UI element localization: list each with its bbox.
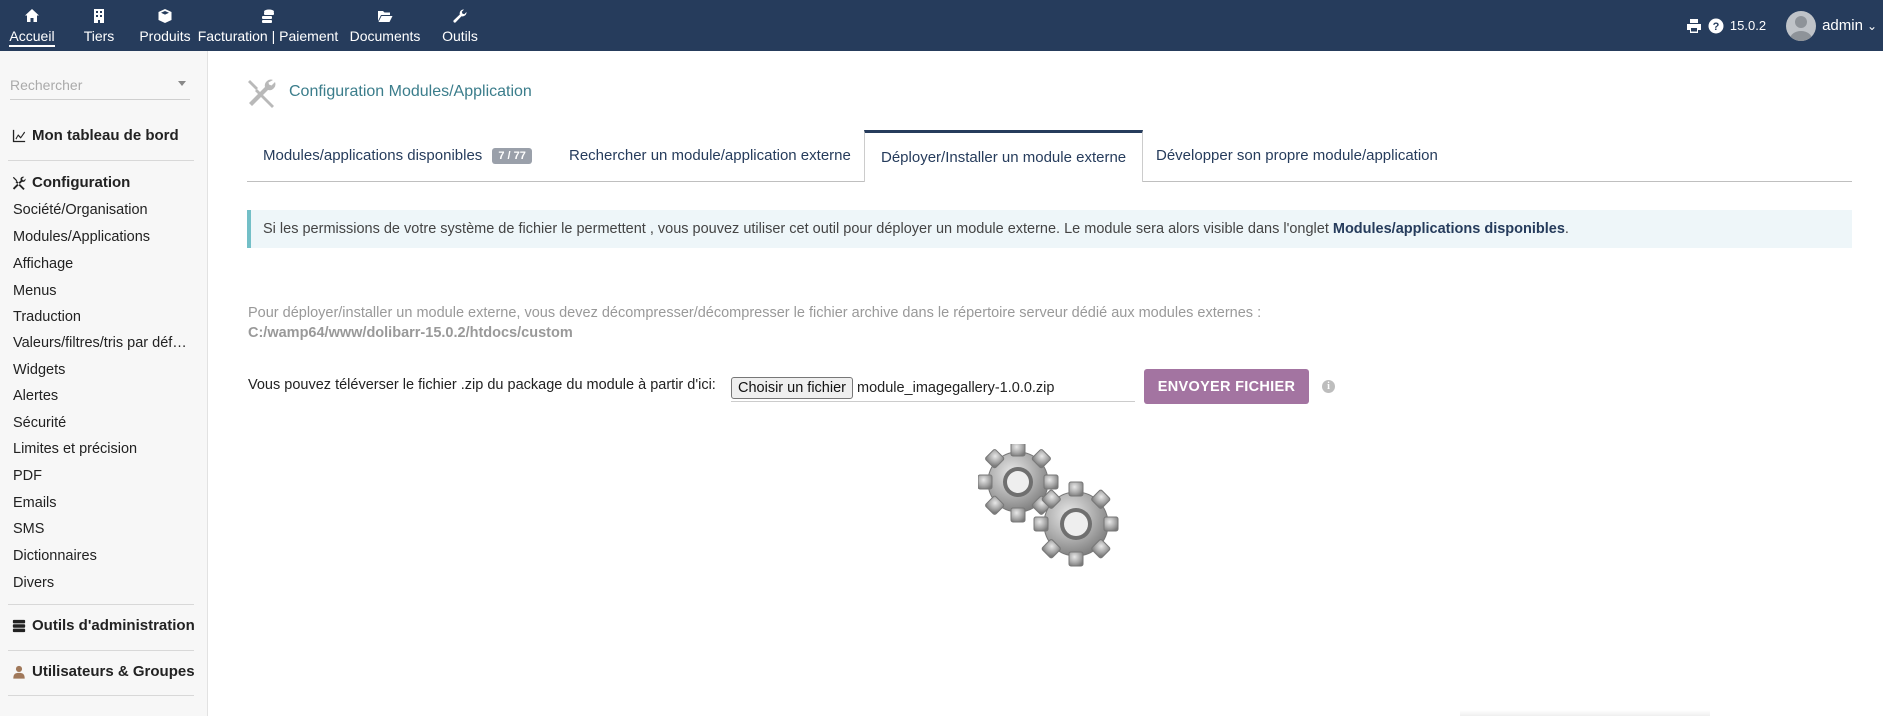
sidebar-item-securite[interactable]: Sécurité	[13, 415, 66, 431]
building-icon	[94, 9, 104, 23]
send-file-button[interactable]: ENVOYER FICHIER	[1144, 369, 1309, 404]
selected-file-name: module_imagegallery-1.0.0.zip	[857, 379, 1055, 396]
menu-documents-label: Documents	[349, 28, 421, 44]
chart-line-icon	[12, 129, 26, 142]
menu-produits[interactable]: Produits	[134, 0, 196, 51]
menu-outils-label: Outils	[442, 28, 478, 44]
tab-label: Modules/applications disponibles	[263, 147, 483, 164]
folder-open-icon	[378, 11, 393, 22]
sidebar-admin-tools-label: Outils d'administration	[32, 617, 195, 634]
cube-icon	[158, 9, 172, 23]
menu-produits-label: Produits	[139, 28, 191, 44]
file-input[interactable]: Choisir un fichier module_imagegallery-1…	[731, 374, 1135, 402]
sidebar-item-menus[interactable]: Menus	[13, 283, 57, 299]
sidebar-dashboard[interactable]: Mon tableau de bord	[12, 127, 179, 144]
info-text: Si les permissions de votre système de f…	[263, 221, 1333, 237]
sidebar-item-societe[interactable]: Société/Organisation	[13, 202, 148, 218]
tools-icon	[248, 79, 276, 108]
info-link-text: Modules/applications disponibles	[1332, 221, 1565, 237]
sidebar-dashboard-label: Mon tableau de bord	[32, 127, 179, 144]
sidebar-item-valeurs[interactable]: Valeurs/filtres/tris par déf…	[13, 335, 187, 351]
menu-documents[interactable]: Documents	[340, 0, 430, 51]
sidebar-item-dictionnaires[interactable]: Dictionnaires	[13, 548, 97, 564]
sidebar-divider	[8, 695, 194, 696]
menu-tiers-label: Tiers	[83, 28, 115, 44]
sidebar-configuration[interactable]: Configuration	[12, 174, 130, 191]
search-placeholder: Rechercher	[10, 77, 83, 93]
menu-facturation-label: Facturation | Paiement	[197, 28, 339, 44]
sidebar-divider	[8, 604, 194, 605]
info-icon[interactable]: i	[1322, 380, 1335, 393]
sidebar-item-sms[interactable]: SMS	[13, 521, 44, 537]
coins-icon	[262, 9, 274, 23]
caret-down-icon	[178, 81, 186, 86]
tools-icon	[12, 176, 26, 190]
info-text-end: .	[1564, 221, 1569, 237]
menu-accueil[interactable]: Accueil	[0, 0, 64, 51]
gears-icon	[978, 444, 1119, 567]
sidebar-admin-tools[interactable]: Outils d'administration	[12, 617, 195, 634]
custom-directory-path: C:/wamp64/www/dolibarr-15.0.2/htdocs/cus…	[248, 325, 573, 341]
tab-developper[interactable]: Développer son propre module/application	[1140, 130, 1454, 181]
info-message: Si les permissions de votre système de f…	[247, 210, 1852, 248]
top-right-tools: ? 15.0.2 admin ⌄	[1686, 0, 1883, 51]
user-icon	[13, 665, 25, 679]
username[interactable]: admin	[1822, 17, 1863, 34]
print-icon[interactable]	[1686, 18, 1702, 34]
modules-count-badge: 7 / 77	[492, 147, 532, 164]
tab-label: Rechercher un module/application externe	[569, 147, 851, 164]
menu-facturation[interactable]: Facturation | Paiement	[196, 0, 340, 51]
tab-label: Déployer/Installer un module externe	[881, 149, 1127, 166]
menu-tiers[interactable]: Tiers	[64, 0, 134, 51]
user-silhouette-icon	[1790, 15, 1813, 41]
sidebar-item-limites[interactable]: Limites et précision	[13, 441, 137, 457]
footer-shadow	[1460, 710, 1710, 716]
top-menu: Accueil Tiers Produits Facturation | Pai…	[0, 0, 490, 51]
sidebar-divider	[8, 650, 194, 651]
sidebar-item-emails[interactable]: Emails	[13, 495, 57, 511]
sidebar-item-divers[interactable]: Divers	[13, 575, 54, 591]
tab-bar: Modules/applications disponibles 7 / 77 …	[247, 130, 1852, 182]
top-navbar: Accueil Tiers Produits Facturation | Pai…	[0, 0, 1883, 51]
sidebar-search-select[interactable]: Rechercher	[10, 77, 190, 100]
upload-label: Vous pouvez téléverser le fichier .zip d…	[248, 377, 716, 393]
sidebar-item-affichage[interactable]: Affichage	[13, 256, 73, 272]
sidebar-users-groups[interactable]: Utilisateurs & Groupes	[12, 663, 195, 680]
home-icon	[25, 9, 39, 22]
wrench-icon	[453, 9, 467, 23]
sidebar-item-traduction[interactable]: Traduction	[13, 309, 81, 325]
left-sidebar: Rechercher Mon tableau de bord Configura…	[0, 51, 208, 716]
avatar[interactable]	[1786, 10, 1817, 41]
sidebar-item-alertes[interactable]: Alertes	[13, 388, 58, 404]
menu-outils[interactable]: Outils	[430, 0, 490, 51]
choose-file-button[interactable]: Choisir un fichier	[731, 376, 853, 399]
page-title: Configuration Modules/Application	[289, 83, 532, 100]
sidebar-users-groups-label: Utilisateurs & Groupes	[32, 663, 195, 680]
menu-accueil-label: Accueil	[9, 28, 55, 47]
sidebar-item-pdf[interactable]: PDF	[13, 468, 42, 484]
chevron-down-icon[interactable]: ⌄	[1867, 19, 1877, 33]
help-icon[interactable]: ?	[1708, 18, 1724, 34]
sidebar-configuration-label: Configuration	[32, 174, 131, 191]
tab-deployer-installer[interactable]: Déployer/Installer un module externe	[864, 130, 1144, 182]
deploy-instructions: Pour déployer/installer un module extern…	[248, 305, 1262, 321]
sidebar-item-widgets[interactable]: Widgets	[13, 362, 65, 378]
sidebar-item-modules[interactable]: Modules/Applications	[13, 229, 150, 245]
sidebar-divider	[8, 160, 194, 161]
tab-modules-disponibles[interactable]: Modules/applications disponibles 7 / 77	[247, 130, 548, 181]
svg-text:?: ?	[1713, 21, 1720, 33]
version-label: 15.0.2	[1729, 18, 1767, 33]
server-icon	[12, 619, 26, 632]
tab-rechercher-externe[interactable]: Rechercher un module/application externe	[553, 130, 867, 181]
tab-label: Développer son propre module/application	[1156, 147, 1438, 164]
